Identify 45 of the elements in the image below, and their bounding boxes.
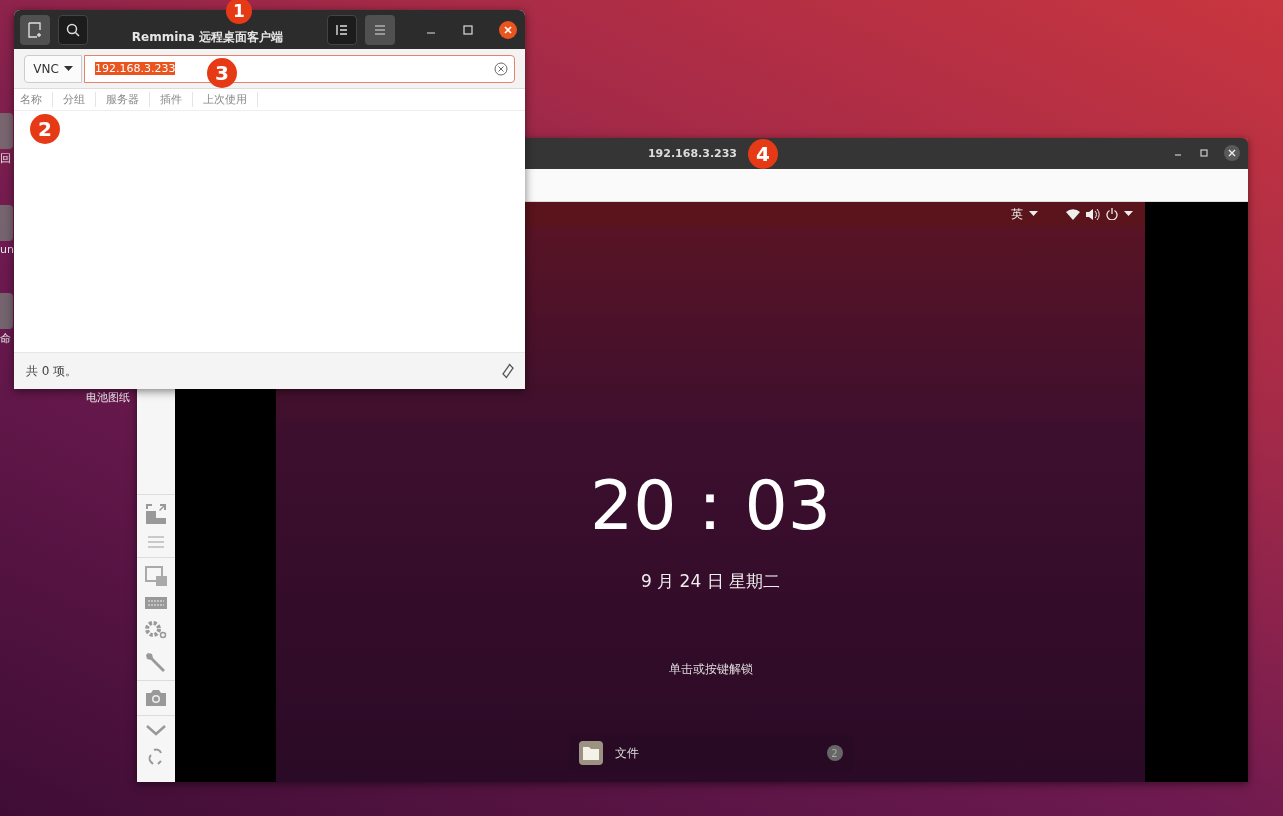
new-connection-button[interactable] bbox=[20, 14, 50, 45]
fullscreen-icon[interactable] bbox=[145, 503, 167, 525]
icon-label: un bbox=[0, 243, 14, 256]
power-icon[interactable] bbox=[1106, 208, 1118, 220]
caret-icon bbox=[63, 65, 73, 72]
date-label: 9 月 24 日 星期二 bbox=[640, 570, 781, 593]
notification-app: 文件 bbox=[614, 744, 640, 762]
list-view-button[interactable] bbox=[327, 14, 357, 45]
menu-icon bbox=[374, 24, 386, 35]
camera-icon[interactable] bbox=[145, 689, 167, 707]
list-icon bbox=[336, 23, 348, 36]
icon-label: 电池图纸 bbox=[86, 391, 130, 404]
volume-icon[interactable] bbox=[1086, 208, 1100, 220]
window-title: Remmina 远程桌面客户端 bbox=[131, 29, 284, 44]
caret-icon[interactable] bbox=[1124, 211, 1133, 217]
search-button[interactable] bbox=[58, 14, 88, 45]
wifi-icon[interactable] bbox=[1066, 208, 1080, 220]
add-page-icon bbox=[27, 21, 43, 38]
icon-label: 命 bbox=[0, 331, 11, 346]
input-method-indicator[interactable]: 英 bbox=[1011, 205, 1023, 223]
column-header[interactable]: 插件 bbox=[160, 92, 193, 107]
icon-label: 回 bbox=[0, 151, 11, 166]
chevron-down-icon[interactable] bbox=[145, 724, 167, 736]
column-header[interactable]: 服务器 bbox=[106, 92, 150, 107]
window-title: 192.168.3.233 bbox=[647, 147, 738, 160]
column-header[interactable]: 分组 bbox=[63, 92, 96, 107]
close-icon[interactable] bbox=[499, 20, 517, 39]
status-text: 共 0 项。 bbox=[26, 362, 78, 380]
caret-icon[interactable] bbox=[1029, 211, 1038, 217]
menu-button[interactable] bbox=[365, 14, 395, 45]
keyboard-icon[interactable] bbox=[145, 596, 167, 610]
column-header[interactable]: 名称 bbox=[20, 92, 53, 107]
folder-icon bbox=[578, 741, 603, 765]
protocol-dropdown[interactable]: VNC bbox=[24, 54, 82, 83]
callout-marker: 1 bbox=[226, 0, 252, 24]
maximize-icon[interactable] bbox=[462, 23, 474, 36]
column-header[interactable]: 上次使用 bbox=[203, 92, 258, 107]
search-icon bbox=[66, 22, 80, 37]
notification-count: 2 bbox=[826, 745, 843, 761]
clock: 20：03 bbox=[589, 472, 832, 540]
clear-icon[interactable] bbox=[494, 61, 508, 76]
unlock-hint: 单击或按键解锁 bbox=[668, 661, 753, 678]
close-icon[interactable] bbox=[1224, 145, 1240, 161]
maximize-icon[interactable] bbox=[1198, 147, 1210, 159]
wrench-icon[interactable] bbox=[145, 650, 167, 672]
